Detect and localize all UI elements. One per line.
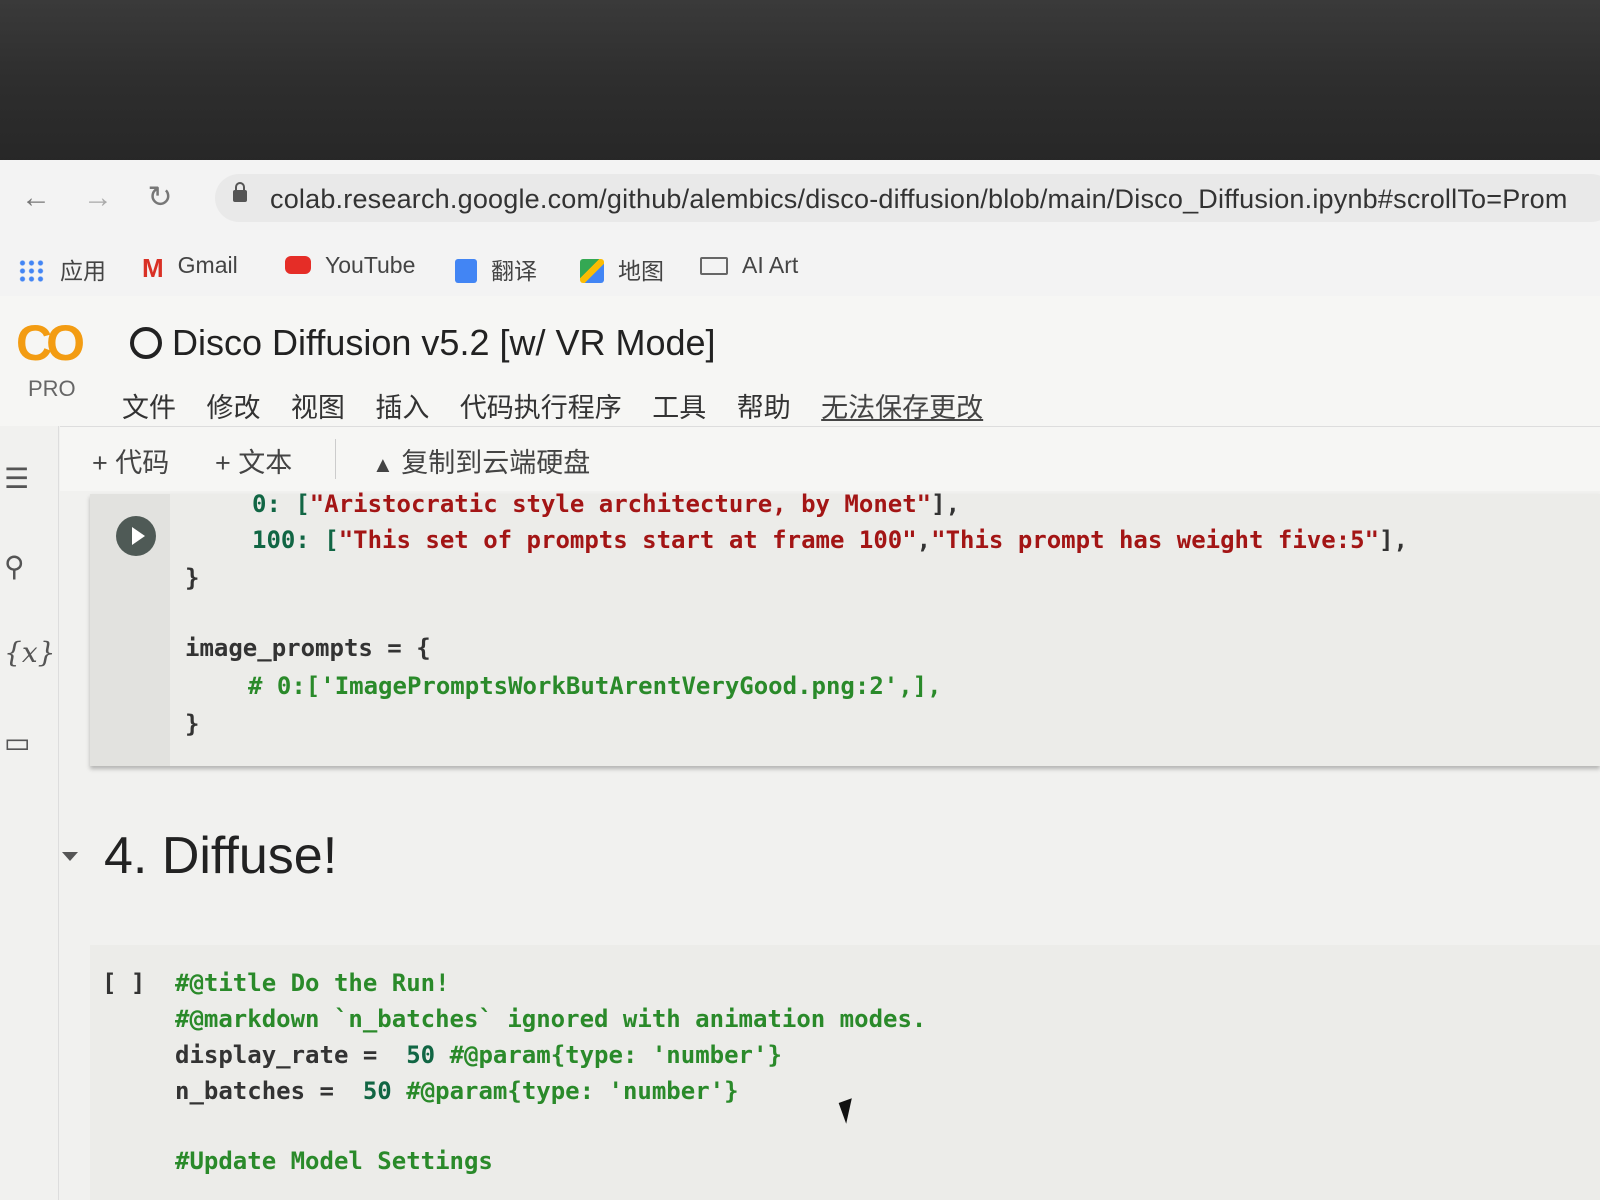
menu-help[interactable]: 帮助 <box>737 386 791 425</box>
browser-window: ← → ↻ colab.research.google.com/github/a… <box>0 160 1600 1200</box>
add-text-button[interactable]: + 文本 <box>215 441 292 480</box>
section-title: 4. Diffuse! <box>104 827 338 885</box>
bookmark-gmail[interactable]: M Gmail <box>142 252 238 283</box>
code-line: n_batches = 50 #@param{type: 'number'} <box>175 1077 739 1105</box>
plan-badge: PRO <box>28 376 76 401</box>
github-icon <box>130 327 162 359</box>
cell-gutter <box>90 494 170 766</box>
search-icon[interactable]: ⚲ <box>4 550 25 583</box>
notebook-title-text: Disco Diffusion v5.2 [w/ VR Mode] <box>172 322 716 363</box>
youtube-icon <box>285 256 311 274</box>
code-line: image_prompts = { <box>185 634 431 662</box>
folder-icon <box>700 257 728 275</box>
colab-header: CO PRO Disco Diffusion v5.2 [w/ VR Mode]… <box>0 296 1600 426</box>
bookmark-label: AI Art <box>742 252 799 278</box>
maps-icon <box>580 259 604 283</box>
menu-view[interactable]: 视图 <box>291 386 345 425</box>
translate-icon <box>455 259 477 283</box>
code-line: 100: ["This set of prompts start at fram… <box>252 526 1408 554</box>
address-bar[interactable]: colab.research.google.com/github/alembic… <box>215 174 1600 222</box>
drive-icon: ▲ <box>372 452 394 477</box>
lock-icon <box>233 182 247 202</box>
run-cell-indicator[interactable]: [ ] <box>102 969 145 997</box>
notebook-toolbar: + 代码 + 文本 ▲ 复制到云端硬盘 <box>60 426 1600 491</box>
bookmark-apps[interactable]: 应用 <box>18 252 106 286</box>
code-line: 0: ["Aristocratic style architecture, by… <box>252 490 961 518</box>
copy-to-drive-button[interactable]: ▲ 复制到云端硬盘 <box>372 441 590 480</box>
copy-to-drive-label: 复制到云端硬盘 <box>401 448 591 478</box>
collapse-caret-icon[interactable] <box>62 852 78 861</box>
code-line: display_rate = 50 #@param{type: 'number'… <box>175 1041 782 1069</box>
code-line: } <box>185 710 200 738</box>
gmail-icon: M <box>142 253 164 283</box>
bookmark-label: 地图 <box>618 258 664 284</box>
files-icon[interactable]: ▭ <box>4 726 30 759</box>
bookmarks-bar: 应用 M Gmail YouTube 翻译 地图 AI Art <box>0 240 1600 297</box>
bookmark-maps[interactable]: 地图 <box>580 252 664 286</box>
code-cell-run[interactable]: [ ] #@title Do the Run! #@markdown `n_ba… <box>90 945 1600 1200</box>
apps-grid-icon <box>18 259 46 283</box>
variables-icon[interactable]: {x} <box>4 636 55 669</box>
add-code-button[interactable]: + 代码 <box>92 441 169 480</box>
bookmark-translate[interactable]: 翻译 <box>455 252 537 286</box>
monitor-bezel <box>0 0 1600 175</box>
table-of-contents-icon[interactable]: ☰ <box>4 462 29 495</box>
code-line: } <box>185 564 200 592</box>
back-icon[interactable]: ← <box>18 180 54 216</box>
menu-runtime[interactable]: 代码执行程序 <box>460 386 622 425</box>
menu-insert[interactable]: 插入 <box>375 386 429 425</box>
save-warning-link[interactable]: 无法保存更改 <box>821 386 983 425</box>
code-comment: # 0:['ImagePromptsWorkButArentVeryGood.p… <box>248 672 942 700</box>
code-cell-prompts[interactable]: 0: ["Aristocratic style architecture, by… <box>90 490 1600 766</box>
bookmark-label: YouTube <box>325 252 416 278</box>
notebook-title[interactable]: Disco Diffusion v5.2 [w/ VR Mode] <box>130 322 716 364</box>
section-diffuse: 4. Diffuse! <box>0 800 1600 920</box>
bookmark-label: 翻译 <box>491 258 537 284</box>
menu-edit[interactable]: 修改 <box>206 386 260 425</box>
bookmark-youtube[interactable]: YouTube <box>285 252 415 279</box>
menu-bar: 文件 修改 视图 插入 代码执行程序 工具 帮助 无法保存更改 <box>122 386 983 425</box>
bookmark-label: 应用 <box>60 258 106 284</box>
url-text: colab.research.google.com/github/alembic… <box>270 184 1568 214</box>
bookmark-ai-art[interactable]: AI Art <box>700 252 798 279</box>
code-comment: #@title Do the Run! <box>175 969 450 997</box>
run-cell-button[interactable] <box>116 516 156 556</box>
bookmark-label: Gmail <box>177 252 238 278</box>
code-comment: #Update Model Settings <box>175 1147 493 1175</box>
code-comment: #@markdown `n_batches` ignored with anim… <box>175 1005 927 1033</box>
browser-toolbar: ← → ↻ colab.research.google.com/github/a… <box>0 160 1600 240</box>
toolbar-divider <box>335 439 336 479</box>
reload-icon[interactable]: ↻ <box>142 180 178 216</box>
menu-file[interactable]: 文件 <box>122 386 176 425</box>
forward-icon[interactable]: → <box>80 180 116 216</box>
colab-logo[interactable]: CO <box>16 314 85 372</box>
menu-tools[interactable]: 工具 <box>652 386 706 425</box>
